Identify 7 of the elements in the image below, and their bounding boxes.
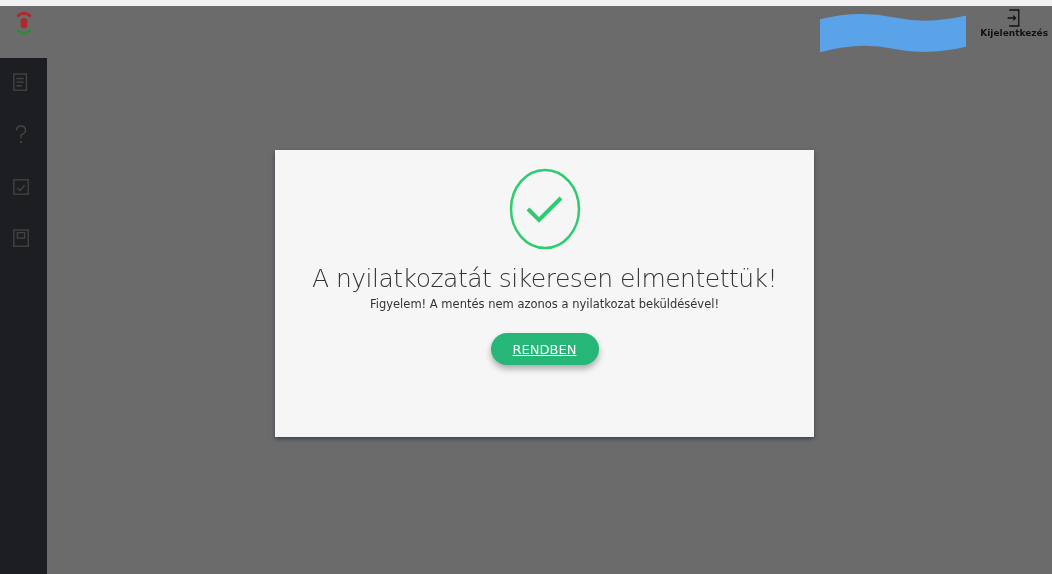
save-icon[interactable] bbox=[12, 228, 30, 250]
success-check-icon bbox=[508, 168, 581, 250]
ok-button[interactable]: RENDBEN bbox=[490, 333, 599, 365]
dialog-message: Figyelem! A mentés nem azonos a nyilatkozat beküldésével! bbox=[369, 297, 720, 311]
logout-button[interactable]: Kijelentkezés bbox=[980, 6, 1048, 40]
document-icon[interactable] bbox=[12, 72, 30, 94]
dialog-title: A nyilatkozatát sikeresen elmentettük! bbox=[311, 264, 778, 293]
